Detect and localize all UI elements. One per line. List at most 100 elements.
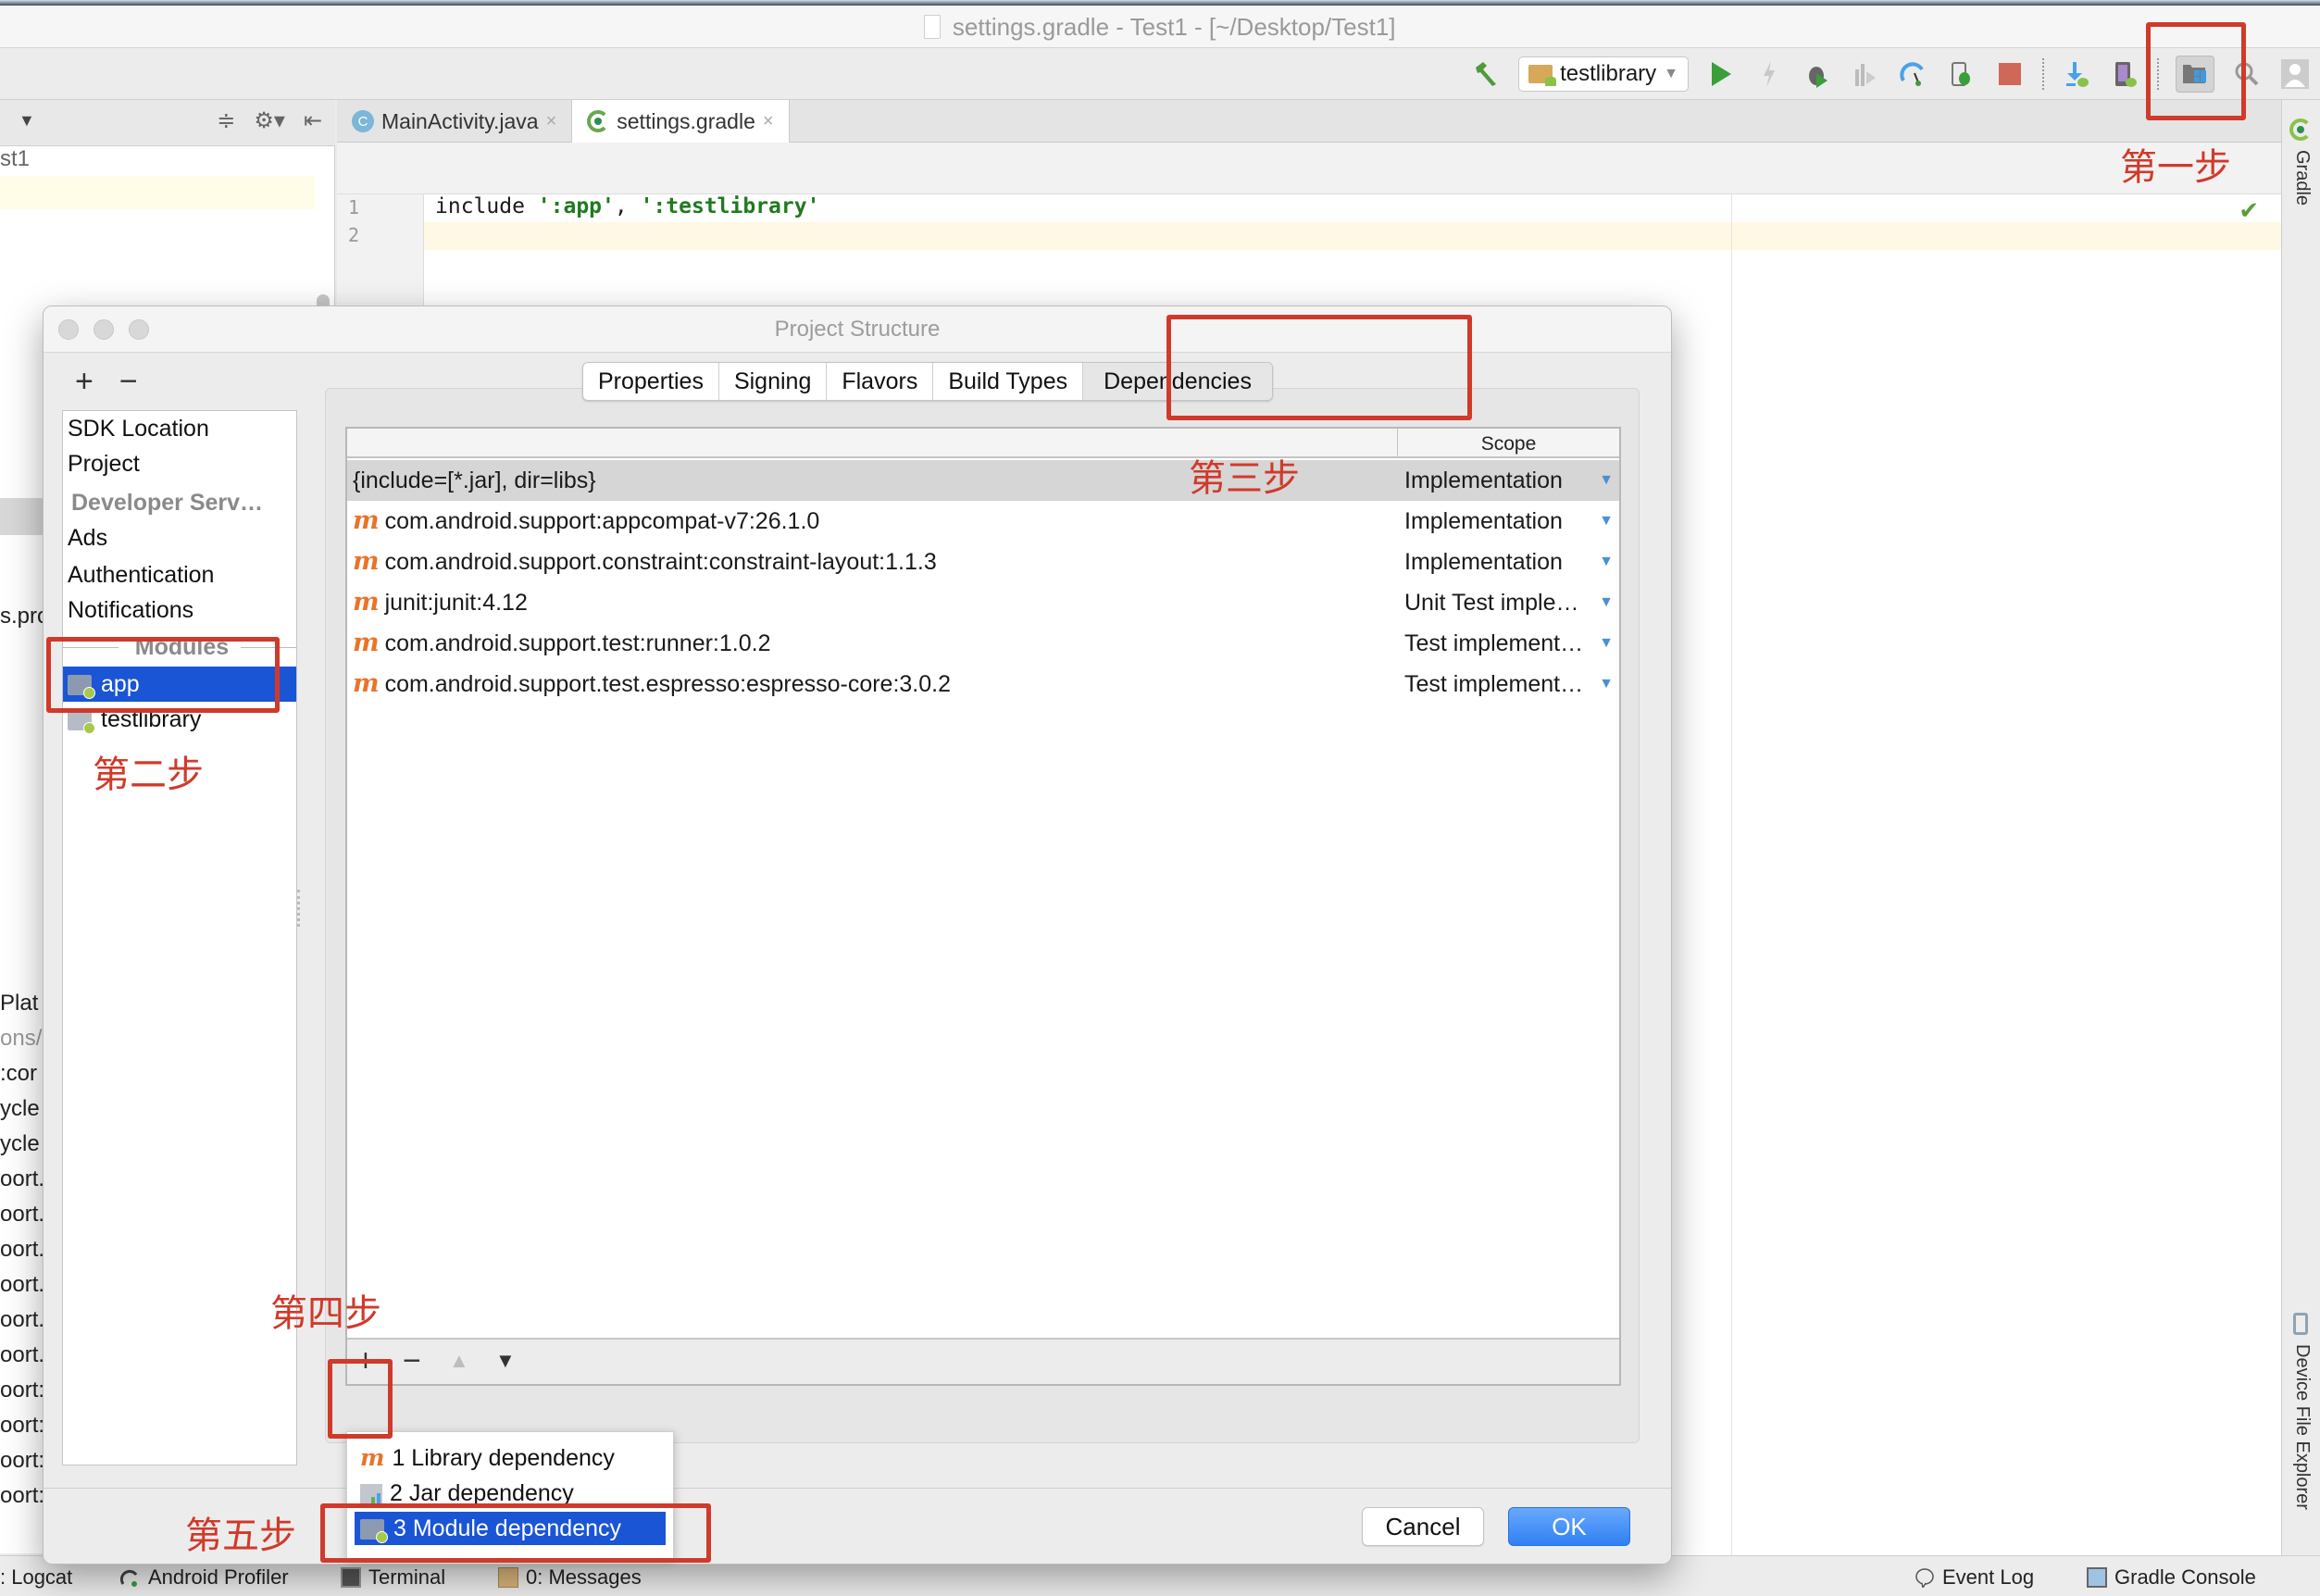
run-config-select[interactable]: testlibrary ▼ xyxy=(1518,56,1689,92)
close-window-button[interactable] xyxy=(58,319,79,340)
sidebar-item-sdk-location[interactable]: SDK Location xyxy=(63,411,296,446)
messages-button[interactable]: 0: Messages xyxy=(498,1565,642,1590)
remove-module-button[interactable]: − xyxy=(119,364,138,400)
move-up-button[interactable]: ▲ xyxy=(449,1349,469,1373)
sidebar-item-project[interactable]: Project xyxy=(63,446,296,481)
chevron-down-icon[interactable]: ▼ xyxy=(19,111,35,131)
debug-icon[interactable] xyxy=(1802,58,1833,90)
dialog-title: Project Structure xyxy=(774,317,941,342)
cancel-button[interactable]: Cancel xyxy=(1362,1507,1484,1546)
table-row[interactable]: {include=[*.jar], dir=libs} Implementati… xyxy=(347,460,1619,501)
column-header-scope[interactable]: Scope xyxy=(1397,429,1619,458)
zoom-window-button[interactable] xyxy=(129,319,149,340)
table-row[interactable]: m junit:junit:4.12 Unit Test imple… ▼ xyxy=(347,582,1619,623)
dependency-name: com.android.support.constraint:constrain… xyxy=(384,549,937,575)
avd-manager-icon[interactable] xyxy=(2109,58,2140,90)
ok-button[interactable]: OK xyxy=(1508,1507,1630,1546)
terminal-button[interactable]: Terminal xyxy=(341,1565,445,1590)
add-module-button[interactable]: + xyxy=(75,364,94,400)
attach-debugger-icon[interactable] xyxy=(1946,58,1977,90)
tab-signing[interactable]: Signing xyxy=(719,363,828,400)
main-toolbar: testlibrary ▼ xyxy=(0,48,2320,100)
profile-icon[interactable] xyxy=(1898,58,1929,90)
chevron-down-icon[interactable]: ▼ xyxy=(1599,460,1614,501)
table-row[interactable]: m com.android.support.constraint:constrai… xyxy=(347,542,1619,582)
annotation-step5: 第五步 xyxy=(185,1515,296,1557)
chevron-down-icon[interactable]: ▼ xyxy=(1599,664,1614,704)
code-separator: , xyxy=(614,194,641,218)
stop-icon[interactable] xyxy=(1994,58,2026,90)
move-down-button[interactable]: ▼ xyxy=(495,1349,516,1373)
device-file-explorer-button[interactable]: Device File Explorer xyxy=(2291,1344,2313,1510)
tree-row-selected xyxy=(0,498,46,535)
tree-row[interactable]: oort: xyxy=(0,1378,44,1403)
scope-select[interactable]: Test implement… xyxy=(1404,623,1610,664)
gradle-tool-button[interactable]: Gradle xyxy=(2291,150,2313,206)
tree-row[interactable]: oort: xyxy=(0,1448,44,1474)
sidebar-item-authentication[interactable]: Authentication xyxy=(63,557,296,592)
table-row[interactable]: m com.android.support.test:runner:1.0.2 T… xyxy=(347,623,1619,664)
scope-select[interactable]: Implementation xyxy=(1404,542,1610,582)
tree-row[interactable]: oort. xyxy=(0,1202,44,1228)
terminal-icon xyxy=(341,1567,361,1588)
scope-select[interactable]: Implementation xyxy=(1404,501,1610,542)
table-row[interactable]: m com.android.support:appcompat-v7:26.1.0… xyxy=(347,501,1619,542)
table-row[interactable]: m com.android.support.test.espresso:espre… xyxy=(347,664,1619,704)
chevron-down-icon[interactable]: ▼ xyxy=(1599,501,1614,542)
chevron-down-icon[interactable]: ▼ xyxy=(1599,542,1614,582)
remove-dependency-button[interactable]: − xyxy=(403,1343,421,1379)
tree-row[interactable]: ons/ xyxy=(0,1026,42,1052)
tree-row[interactable]: :cor xyxy=(0,1061,37,1087)
tree-row[interactable]: oort. xyxy=(0,1307,44,1333)
tree-row[interactable]: ycle xyxy=(0,1096,40,1122)
maven-icon: m xyxy=(360,1444,385,1471)
tree-row[interactable]: oort. xyxy=(0,1166,44,1192)
scope-select[interactable]: Test implement… xyxy=(1404,664,1610,704)
android-module-icon xyxy=(1528,65,1557,86)
sidebar-item-ads[interactable]: Ads xyxy=(63,520,296,555)
gradle-console-button[interactable]: Gradle Console xyxy=(2087,1565,2256,1590)
scope-value: Test implement… xyxy=(1404,630,1584,656)
tree-row[interactable]: oort: xyxy=(0,1413,44,1439)
collapse-all-icon[interactable]: ≑ xyxy=(217,107,235,134)
tab-mainactivity[interactable]: C MainActivity.java × xyxy=(337,100,573,143)
jar-icon xyxy=(360,1484,382,1505)
sdk-manager-icon[interactable] xyxy=(2061,58,2092,90)
tree-row[interactable]: st1 xyxy=(0,146,30,172)
scope-select[interactable]: Unit Test imple… xyxy=(1404,582,1610,623)
tab-label: settings.gradle xyxy=(617,108,755,133)
hide-panel-icon[interactable]: ⇤ xyxy=(304,107,322,134)
tab-settings-gradle[interactable]: settings.gradle × xyxy=(572,100,790,143)
sidebar-item-notifications[interactable]: Notifications xyxy=(63,592,296,628)
tree-row[interactable]: oort. xyxy=(0,1272,44,1298)
minimize-window-button[interactable] xyxy=(94,319,114,340)
apply-changes-icon[interactable] xyxy=(1753,58,1785,90)
user-icon[interactable] xyxy=(2279,58,2311,90)
tree-row[interactable]: Plat xyxy=(0,991,38,1016)
event-log-button[interactable]: Event Log xyxy=(1915,1565,2034,1590)
scope-select[interactable]: Implementation xyxy=(1404,460,1610,501)
chevron-down-icon[interactable]: ▼ xyxy=(1599,582,1614,623)
logcat-button[interactable]: : Logcat xyxy=(0,1565,72,1590)
gear-icon[interactable]: ⚙▾ xyxy=(254,107,285,134)
splitter-handle[interactable] xyxy=(297,890,305,927)
close-icon[interactable]: × xyxy=(546,111,557,132)
coverage-icon[interactable] xyxy=(1850,58,1881,90)
close-icon[interactable]: × xyxy=(763,111,774,132)
tab-build-types[interactable]: Build Types xyxy=(933,363,1084,400)
dialog-divider xyxy=(44,1488,1671,1489)
tree-row[interactable]: ycle xyxy=(0,1131,40,1157)
android-profiler-button[interactable]: Android Profiler xyxy=(120,1565,289,1590)
tab-label: MainActivity.java xyxy=(381,108,539,133)
run-icon[interactable] xyxy=(1705,58,1737,90)
chevron-down-icon[interactable]: ▼ xyxy=(1599,623,1614,664)
tab-properties[interactable]: Properties xyxy=(583,363,719,400)
tree-row[interactable]: oort: xyxy=(0,1483,44,1509)
dependency-name: com.android.support.test.espresso:espres… xyxy=(384,671,952,697)
tree-row[interactable]: oort. xyxy=(0,1342,44,1368)
tree-row[interactable]: oort. xyxy=(0,1237,44,1263)
gradle-icon xyxy=(587,110,610,132)
build-hammer-icon[interactable] xyxy=(1470,58,1502,90)
tab-flavors[interactable]: Flavors xyxy=(827,363,934,400)
menu-item-library-dependency[interactable]: m 1 Library dependency xyxy=(355,1441,666,1475)
